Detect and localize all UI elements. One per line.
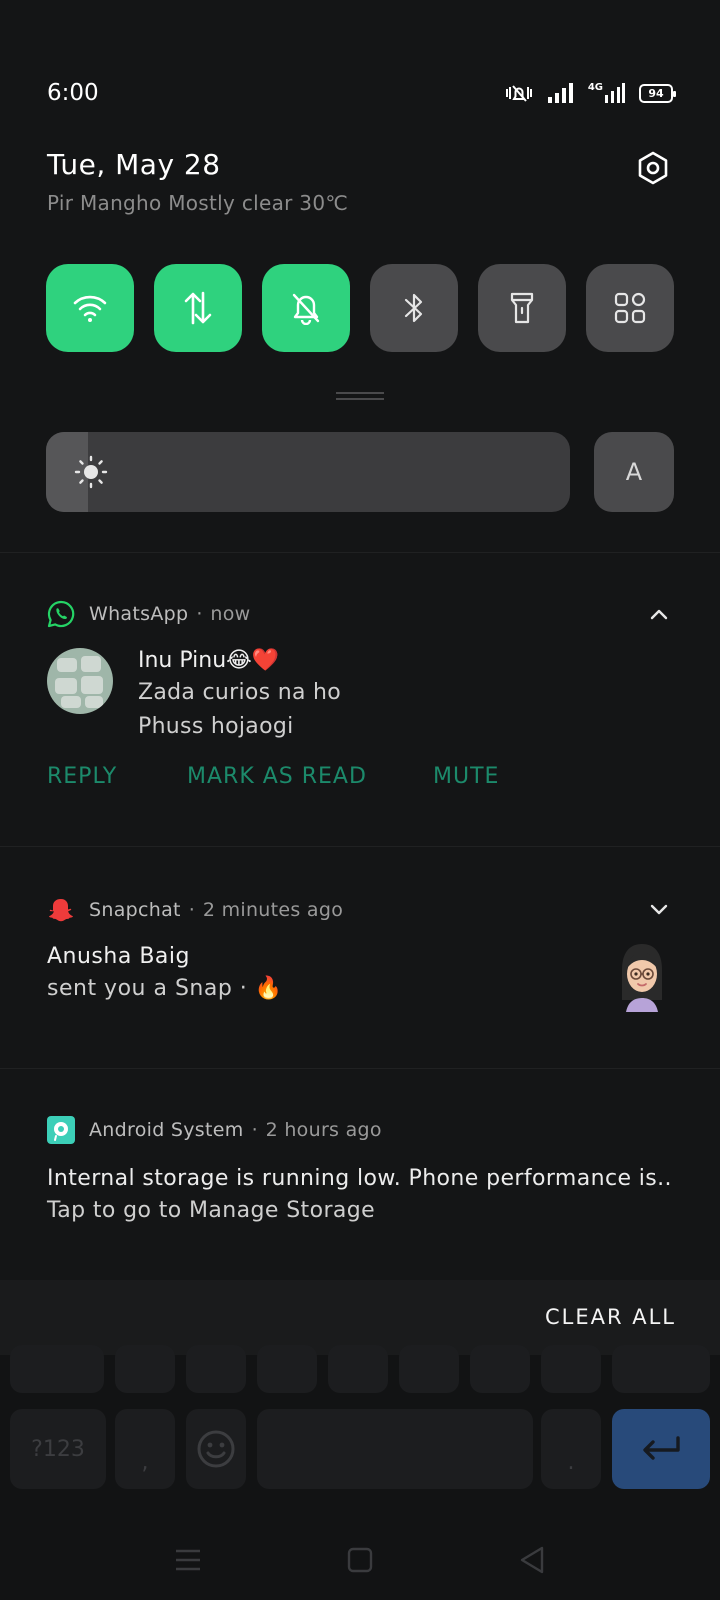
notification-time: 2 minutes ago — [202, 899, 344, 921]
tile-wifi[interactable] — [46, 264, 134, 352]
status-time: 6:00 — [47, 80, 99, 106]
status-icons: 4G 94 — [504, 82, 676, 104]
keyboard-key[interactable] — [257, 1345, 317, 1393]
emoji-icon — [197, 1430, 235, 1468]
header: Tue, May 28 Pir Mangho Mostly clear 30℃ — [47, 148, 673, 215]
keyboard-key[interactable] — [186, 1345, 246, 1393]
clear-all-button[interactable]: CLEAR ALL — [545, 1305, 676, 1329]
signal-icon — [547, 83, 574, 103]
separator-dot: · — [188, 899, 195, 921]
period-key[interactable]: . — [541, 1409, 601, 1489]
message-line: Phuss hojaogi — [138, 714, 294, 739]
tile-flashlight[interactable] — [478, 264, 566, 352]
vibrate-silent-icon — [504, 82, 534, 104]
emoji-key[interactable] — [186, 1409, 246, 1489]
tile-mobile-data[interactable] — [154, 264, 242, 352]
notification-time: now — [210, 603, 251, 625]
separator-dot: · — [251, 1119, 258, 1141]
notification-actions: REPLY MARK AS READ MUTE — [47, 764, 499, 789]
enter-key[interactable] — [612, 1409, 710, 1489]
keyboard-key[interactable] — [541, 1345, 601, 1393]
comma-key[interactable]: , — [115, 1409, 175, 1489]
android-system-notification-header[interactable]: Android System · 2 hours ago — [47, 1116, 673, 1144]
snapchat-notification-header[interactable]: Snapchat · 2 minutes ago — [47, 896, 673, 924]
grid-icon — [614, 292, 646, 324]
keyboard: ?123 , . — [0, 1345, 720, 1505]
network-type-label: 4G — [587, 82, 603, 93]
home-button[interactable] — [340, 1540, 380, 1580]
chevron-up-icon — [650, 609, 668, 620]
data-arrows-icon — [184, 291, 212, 325]
message-sender: Inu Pinu😂❤️ — [138, 648, 280, 673]
keyboard-key[interactable] — [470, 1345, 530, 1393]
divider — [0, 552, 720, 553]
tile-more[interactable] — [586, 264, 674, 352]
keyboard-key[interactable] — [399, 1345, 459, 1393]
android-system-icon — [47, 1116, 75, 1144]
divider — [0, 1068, 720, 1069]
message-line: Zada curios na ho — [138, 680, 342, 705]
mute-button[interactable]: MUTE — [433, 764, 499, 789]
whatsapp-icon — [47, 600, 75, 628]
back-triangle-icon — [520, 1546, 544, 1574]
notification-text: Internal storage is running low. Phone p… — [47, 1166, 672, 1191]
menu-icon — [176, 1549, 200, 1571]
spacebar-key[interactable] — [257, 1409, 533, 1489]
menu-button[interactable] — [168, 1540, 208, 1580]
whatsapp-notification-header[interactable]: WhatsApp · now — [47, 600, 673, 628]
notification-app-name: WhatsApp — [89, 603, 189, 625]
avatar — [47, 648, 113, 714]
bitmoji-avatar — [614, 940, 670, 1012]
chevron-down-icon — [650, 904, 668, 915]
separator-dot: · — [196, 603, 203, 625]
keyboard-key[interactable] — [115, 1345, 175, 1393]
battery-icon: 94 — [639, 83, 676, 103]
expand-button[interactable] — [645, 896, 673, 924]
gear-icon — [638, 151, 668, 185]
quick-settings-tiles — [46, 264, 674, 352]
reply-button[interactable]: REPLY — [47, 764, 187, 789]
snapchat-icon — [47, 896, 75, 924]
wifi-icon — [73, 295, 107, 322]
tile-bluetooth[interactable] — [370, 264, 458, 352]
symbols-key[interactable]: ?123 — [10, 1409, 106, 1489]
mark-as-read-button[interactable]: MARK AS READ — [187, 764, 433, 789]
notification-app-name: Android System — [89, 1119, 244, 1141]
drag-handle[interactable] — [336, 392, 384, 400]
brightness-slider[interactable] — [46, 432, 570, 512]
keyboard-key[interactable] — [328, 1345, 388, 1393]
enter-arrow-icon — [643, 1436, 680, 1460]
keyboard-key[interactable] — [10, 1345, 104, 1393]
home-square-icon — [347, 1547, 373, 1573]
keyboard-key[interactable] — [612, 1345, 710, 1393]
bluetooth-icon — [404, 293, 423, 323]
weather-label[interactable]: Pir Mangho Mostly clear 30℃ — [47, 191, 673, 215]
status-bar: 6:00 4G 94 — [47, 78, 676, 108]
sun-icon — [74, 455, 108, 489]
flashlight-icon — [510, 292, 534, 324]
notification-app-name: Snapchat — [89, 899, 181, 921]
back-button[interactable] — [512, 1540, 552, 1580]
divider — [0, 846, 720, 847]
settings-button[interactable] — [633, 148, 673, 188]
auto-brightness-button[interactable]: A — [594, 432, 674, 512]
notification-subtext: Tap to go to Manage Storage — [47, 1198, 376, 1223]
notification-time: 2 hours ago — [265, 1119, 382, 1141]
notification-title: Anusha Baig — [47, 944, 190, 969]
tile-silent-mode[interactable] — [262, 264, 350, 352]
notification-subtitle: sent you a Snap · 🔥 — [47, 976, 283, 1001]
signal-4g-icon: 4G — [588, 83, 625, 103]
date-label: Tue, May 28 — [47, 148, 221, 181]
bell-off-icon — [292, 293, 320, 325]
collapse-button[interactable] — [645, 600, 673, 628]
